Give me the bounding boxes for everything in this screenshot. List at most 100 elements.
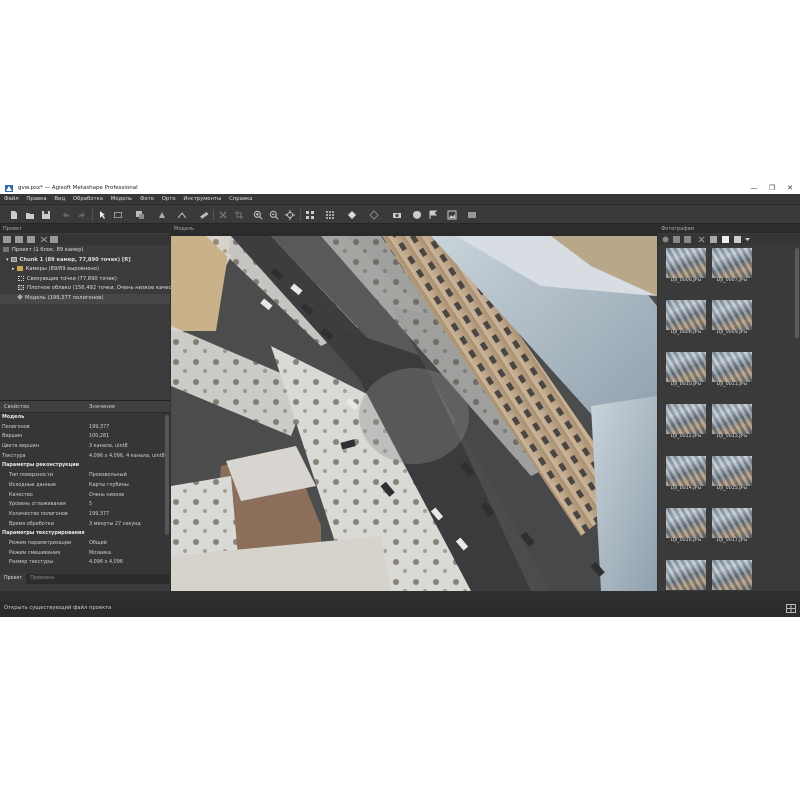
model-view-title: Модель bbox=[171, 225, 657, 233]
add-chunk-icon[interactable] bbox=[3, 236, 11, 243]
tree-item-tie-points[interactable]: Связующие точки (77,890 точек) bbox=[0, 275, 170, 285]
column-value[interactable]: Значение bbox=[89, 401, 115, 413]
chevron-down-icon[interactable] bbox=[744, 236, 751, 243]
property-section[interactable]: Параметры реконструкции bbox=[0, 461, 170, 471]
tab-reference[interactable]: Привязка bbox=[26, 574, 58, 584]
paint-tool-icon[interactable] bbox=[156, 209, 167, 220]
remove-item-icon[interactable] bbox=[40, 236, 48, 243]
photo-thumbnail[interactable]: DJI_0010.JPG bbox=[666, 352, 706, 388]
properties-scrollbar[interactable] bbox=[165, 415, 169, 535]
tree-item-cameras[interactable]: ▸ Камеры (89/89 выровнено) bbox=[0, 265, 170, 275]
property-row[interactable]: Текстура 4,096 x 4,096, 4 канала, uint8 bbox=[0, 452, 170, 462]
remove-icon[interactable] bbox=[698, 236, 705, 243]
zoom-out-icon[interactable] bbox=[268, 209, 279, 220]
thumbnails-view-icon[interactable] bbox=[734, 236, 741, 243]
crop-icon[interactable] bbox=[233, 209, 244, 220]
console-icon[interactable] bbox=[786, 604, 796, 613]
photos-scrollbar[interactable] bbox=[795, 248, 799, 338]
new-file-icon[interactable] bbox=[8, 209, 19, 220]
add-photos-icon[interactable] bbox=[15, 236, 23, 243]
model-view[interactable]: Модель bbox=[171, 225, 657, 591]
marker-icon[interactable] bbox=[411, 209, 422, 220]
points-icon[interactable] bbox=[324, 209, 335, 220]
add-folder-icon[interactable] bbox=[27, 236, 35, 243]
tree-item-workspace[interactable]: Проект (1 блок, 89 камер) bbox=[0, 246, 170, 256]
grid-icon[interactable] bbox=[304, 209, 315, 220]
photo-thumbnail[interactable]: DJI_0007.JPG bbox=[712, 248, 752, 284]
redo-icon[interactable] bbox=[76, 209, 87, 220]
zoom-in-icon[interactable] bbox=[252, 209, 263, 220]
mask-icon[interactable] bbox=[710, 236, 717, 243]
tab-project[interactable]: Проект bbox=[0, 574, 27, 584]
property-row[interactable]: Полигонов 199,377 bbox=[0, 423, 170, 433]
settings-icon[interactable] bbox=[466, 209, 477, 220]
photo-thumbnail[interactable]: DJI_0011.JPG bbox=[712, 352, 752, 388]
menu-workflow[interactable]: Обработка bbox=[73, 194, 103, 205]
rectangle-select-icon[interactable] bbox=[112, 209, 123, 220]
property-row[interactable]: Тип поверхности Произвольный bbox=[0, 471, 170, 481]
photo-thumbnail[interactable]: DJI_0009.JPG bbox=[712, 300, 752, 336]
menu-help[interactable]: Справка bbox=[229, 194, 252, 205]
photo-thumbnail[interactable]: DJI_0013.JPG bbox=[712, 404, 752, 440]
property-row[interactable]: Режим смешивания Мозаика bbox=[0, 549, 170, 559]
textured-model-icon[interactable] bbox=[368, 209, 379, 220]
main-toolbar bbox=[0, 205, 800, 224]
property-row[interactable]: Количество полигонов 199,377 bbox=[0, 510, 170, 520]
enable-icon[interactable] bbox=[673, 236, 680, 243]
menu-file[interactable]: Файл bbox=[4, 194, 19, 205]
menu-tools[interactable]: Инструменты bbox=[183, 194, 221, 205]
filter-icon[interactable] bbox=[662, 236, 669, 243]
column-property[interactable]: Свойство bbox=[4, 401, 29, 413]
3d-model-render[interactable] bbox=[171, 236, 657, 591]
flag-icon[interactable] bbox=[427, 209, 438, 220]
property-row[interactable]: Цвета вершин 3 канала, uint8 bbox=[0, 442, 170, 452]
navigate-icon[interactable] bbox=[284, 209, 295, 220]
photo-thumbnail[interactable]: DJI_0012.JPG bbox=[666, 404, 706, 440]
undo-icon[interactable] bbox=[60, 209, 71, 220]
image-icon[interactable] bbox=[446, 209, 457, 220]
settings-icon[interactable] bbox=[50, 236, 58, 243]
photo-thumbnail[interactable]: DJI_0014.JPG bbox=[666, 456, 706, 492]
ruler-icon[interactable] bbox=[198, 209, 209, 220]
menu-ortho[interactable]: Орто bbox=[162, 194, 176, 205]
property-row[interactable]: Исходные данные Карты глубины bbox=[0, 481, 170, 491]
delete-icon[interactable] bbox=[217, 209, 228, 220]
solid-model-icon[interactable] bbox=[346, 209, 357, 220]
details-view-icon[interactable] bbox=[722, 236, 729, 243]
photo-thumbnail[interactable]: DJI_0015.JPG bbox=[712, 456, 752, 492]
menu-model[interactable]: Модель bbox=[111, 194, 132, 205]
property-row[interactable]: Режим параметризации Общий bbox=[0, 539, 170, 549]
property-row[interactable]: Вершин 100,281 bbox=[0, 432, 170, 442]
minimize-button[interactable]: — bbox=[748, 184, 760, 193]
property-row[interactable]: Размер текстуры 4,096 x 4,096 bbox=[0, 558, 170, 568]
expand-icon[interactable]: ▸ bbox=[12, 266, 15, 272]
close-button[interactable]: ✕ bbox=[784, 184, 796, 193]
photo-preview bbox=[712, 352, 752, 382]
pointer-icon[interactable] bbox=[96, 209, 107, 220]
property-row[interactable]: Время обработки 3 минуты 27 секунд bbox=[0, 520, 170, 530]
photo-thumbnail[interactable]: DJI_0006.JPG bbox=[666, 248, 706, 284]
photo-thumbnail[interactable]: DJI_0016.JPG bbox=[666, 508, 706, 544]
tree-item-model[interactable]: Модель (199,377 полигонов) bbox=[0, 293, 170, 304]
properties-header: Свойство Значение bbox=[0, 401, 170, 413]
property-row[interactable]: Уровень сглаживания 5 bbox=[0, 500, 170, 510]
maximize-button[interactable]: ❐ bbox=[766, 184, 778, 193]
menu-photo[interactable]: Фото bbox=[140, 194, 154, 205]
photo-thumbnail[interactable]: DJI_0008.JPG bbox=[666, 300, 706, 336]
camera-icon[interactable] bbox=[391, 209, 402, 220]
save-icon[interactable] bbox=[40, 209, 51, 220]
tree-item-dense-cloud[interactable]: Плотное облако (156,492 точки, Очень низ… bbox=[0, 284, 183, 294]
menu-view[interactable]: Вид bbox=[54, 194, 65, 205]
disable-icon[interactable] bbox=[684, 236, 691, 243]
expand-icon[interactable]: ▾ bbox=[6, 257, 9, 263]
property-row[interactable]: Качество Очень низкое bbox=[0, 491, 170, 501]
property-name: Время обработки bbox=[9, 520, 54, 527]
tree-item-chunk[interactable]: ▾ Chunk 1 (89 камер, 77,890 точек) [R] bbox=[0, 256, 170, 266]
shape-tool-icon[interactable] bbox=[134, 209, 145, 220]
property-section[interactable]: Модель bbox=[0, 413, 170, 423]
photo-thumbnail[interactable]: DJI_0017.JPG bbox=[712, 508, 752, 544]
menu-edit[interactable]: Правка bbox=[26, 194, 46, 205]
property-section[interactable]: Параметры текстурирования bbox=[0, 529, 170, 539]
open-folder-icon[interactable] bbox=[24, 209, 35, 220]
ruler-tool-icon[interactable] bbox=[176, 209, 187, 220]
